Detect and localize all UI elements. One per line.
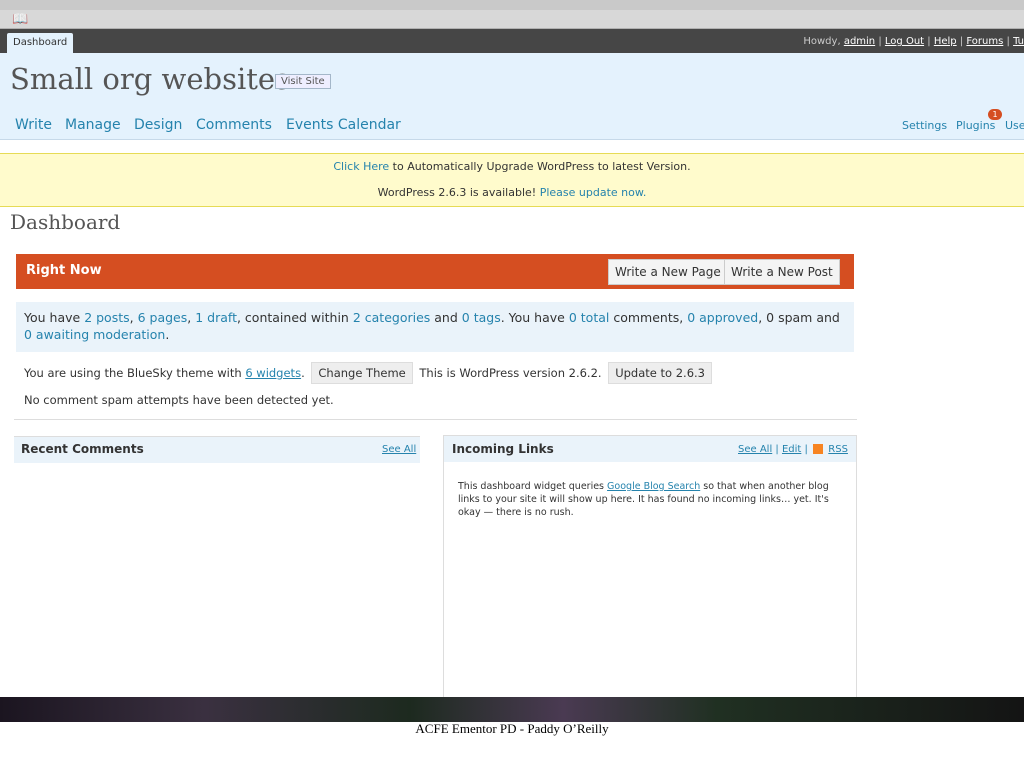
nav-manage[interactable]: Manage: [65, 117, 121, 133]
nav-events-calendar[interactable]: Events Calendar: [286, 117, 401, 133]
plugin-update-badge: 1: [988, 109, 1002, 120]
incoming-links-title: Incoming Links: [452, 442, 554, 456]
widgets-link[interactable]: 6 widgets: [245, 366, 301, 380]
google-blog-search-link[interactable]: Google Blog Search: [607, 481, 700, 492]
help-link[interactable]: Help: [934, 36, 957, 47]
awaiting-moderation-link[interactable]: 0 awaiting moderation: [24, 327, 165, 342]
theme-line: You are using the BlueSky theme with 6 w…: [24, 362, 715, 384]
more-link[interactable]: Tu: [1013, 36, 1024, 47]
stats-text-1: You have: [24, 310, 81, 325]
stats-text-2: ,: [129, 310, 134, 325]
version-notice: WordPress 2.6.3 is available! Please upd…: [0, 180, 1024, 207]
version-info: This is WordPress version 2.6.2.: [419, 366, 602, 380]
update-now-link[interactable]: Please update now.: [540, 186, 647, 199]
update-button[interactable]: Update to 2.6.3: [608, 362, 712, 384]
nav-comments[interactable]: Comments: [196, 117, 272, 133]
stats-text-8: , 0 spam and: [758, 310, 840, 325]
nav-write[interactable]: Write: [15, 117, 52, 133]
background-photo-strip: [0, 697, 1024, 722]
nav-plugins[interactable]: Plugins: [956, 119, 995, 132]
stats-text-6: . You have: [500, 310, 565, 325]
version-text: WordPress 2.6.3 is available!: [377, 186, 537, 199]
theme-text: You are using the BlueSky theme with: [24, 366, 242, 380]
logout-link[interactable]: Log Out: [885, 36, 924, 47]
howdy-label: Howdy,: [803, 36, 841, 47]
site-title: Small org websites: [10, 62, 290, 96]
draft-link[interactable]: 1 draft: [195, 310, 237, 325]
page-title: Dashboard: [10, 210, 121, 234]
incoming-links-text: This dashboard widget queries Google Blo…: [458, 480, 838, 519]
nav-settings[interactable]: Settings: [902, 119, 947, 132]
stats-text-3: ,: [187, 310, 192, 325]
separator: |: [878, 36, 882, 47]
write-new-post-button[interactable]: Write a New Post: [724, 259, 840, 285]
tags-link[interactable]: 0 tags: [462, 310, 501, 325]
book-icon[interactable]: 📖: [12, 12, 28, 27]
stats-text: You have 2 posts, 6 pages, 1 draft, cont…: [24, 309, 844, 343]
separator: |: [927, 36, 931, 47]
bookmarks-bar: 📖: [0, 10, 1024, 29]
incoming-links-edit-link[interactable]: Edit: [782, 444, 801, 455]
theme-dot: .: [301, 366, 305, 380]
nav-users[interactable]: Use: [1005, 119, 1024, 132]
stats-text-4: , contained within: [236, 310, 349, 325]
posts-link[interactable]: 2 posts: [84, 310, 129, 325]
upgrade-notice: Click Here to Automatically Upgrade Word…: [0, 153, 1024, 181]
incoming-links-rss-link[interactable]: RSS: [828, 444, 848, 455]
stats-text-5: and: [434, 310, 458, 325]
incoming-links-text-1: This dashboard widget queries: [458, 481, 605, 492]
separator: |: [959, 36, 964, 47]
incoming-links-see-all-link[interactable]: See All: [738, 444, 772, 455]
categories-link[interactable]: 2 categories: [353, 310, 430, 325]
change-theme-button[interactable]: Change Theme: [311, 362, 413, 384]
nav-design[interactable]: Design: [134, 117, 182, 133]
right-now-title: Right Now: [26, 263, 102, 278]
upgrade-text: to Automatically Upgrade WordPress to la…: [392, 160, 691, 173]
user-links: Howdy, admin | Log Out | Help | Forums |…: [803, 36, 1024, 47]
recent-comments-see-all-link[interactable]: See All: [382, 444, 416, 455]
approved-link[interactable]: 0 approved: [687, 310, 758, 325]
slide-caption: ACFE Ementor PD - Paddy O’Reilly: [415, 721, 609, 736]
visit-site-button[interactable]: Visit Site: [275, 74, 331, 89]
separator: |: [775, 444, 779, 455]
forums-link[interactable]: Forums: [966, 36, 1003, 47]
incoming-links-actions: See All | Edit | RSS: [738, 444, 848, 455]
upgrade-link[interactable]: Click Here: [333, 160, 389, 173]
tab-dashboard[interactable]: Dashboard: [7, 33, 74, 53]
total-comments-link[interactable]: 0 total: [569, 310, 610, 325]
recent-comments-title: Recent Comments: [21, 442, 144, 456]
rss-icon[interactable]: [813, 444, 824, 454]
stats-text-7: comments,: [613, 310, 684, 325]
user-link[interactable]: admin: [844, 36, 875, 47]
stats-text-9: .: [165, 327, 170, 342]
write-new-page-button[interactable]: Write a New Page: [608, 259, 728, 285]
incoming-links-widget: [443, 435, 857, 699]
separator: |: [1006, 36, 1010, 47]
divider: [14, 419, 857, 420]
separator: |: [804, 444, 808, 455]
pages-link[interactable]: 6 pages: [138, 310, 188, 325]
spam-status: No comment spam attempts have been detec…: [24, 393, 334, 407]
